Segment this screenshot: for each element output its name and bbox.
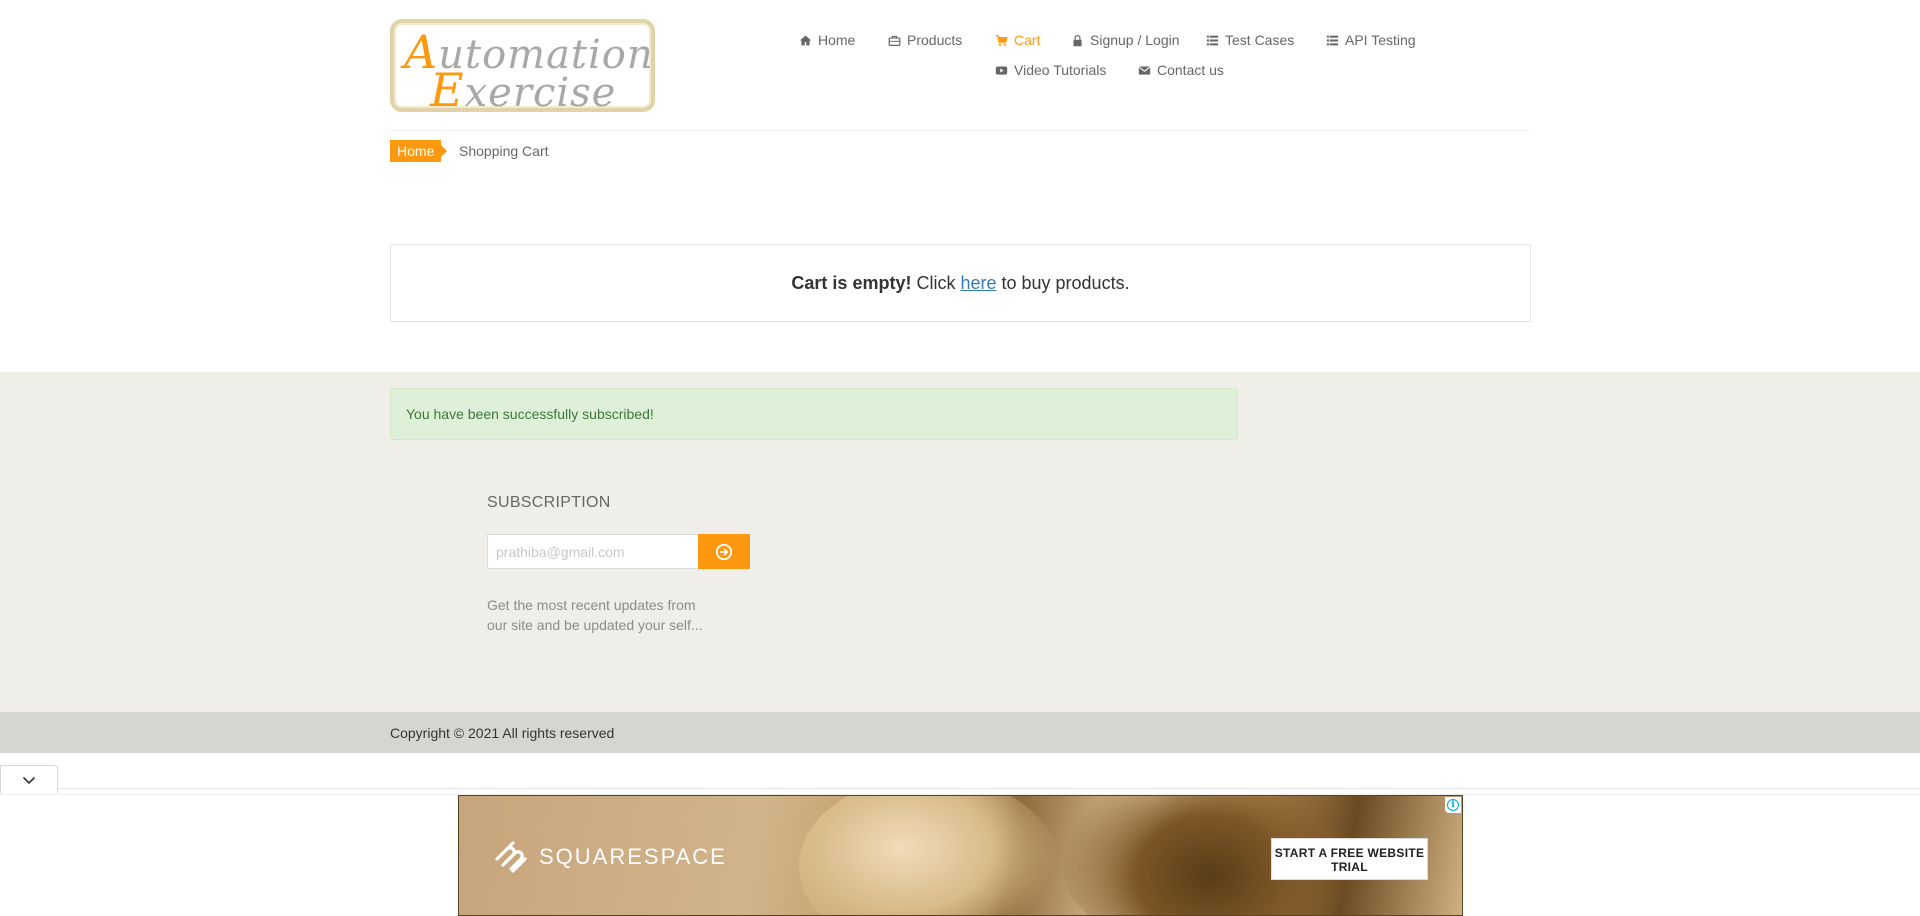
briefcase-icon: [888, 35, 901, 46]
nav-contact-us[interactable]: Contact us: [1138, 60, 1224, 80]
nav-cart[interactable]: Cart: [995, 30, 1040, 50]
nav-products-label: Products: [907, 32, 963, 48]
empty-cart-title: Cart is empty!: [791, 272, 912, 293]
nav-signup-login[interactable]: Signup / Login: [1071, 30, 1180, 50]
ad-cta-button[interactable]: START A FREE WEBSITE TRIAL: [1271, 838, 1428, 880]
subscription-title: SUBSCRIPTION: [487, 494, 611, 511]
ad-collapse-toggle[interactable]: [0, 765, 58, 793]
squarespace-logo-icon: [495, 841, 527, 873]
nav-cart-label: Cart: [1014, 32, 1041, 48]
nav-api-testing-label: API Testing: [1345, 32, 1416, 48]
nav-signup-login-label: Signup / Login: [1090, 32, 1180, 48]
footer-bottom: [0, 712, 1920, 753]
home-icon: [799, 35, 812, 45]
nav-test-cases-label: Test Cases: [1225, 32, 1295, 48]
subscription-email-input[interactable]: [487, 534, 699, 569]
site-header: Automation Exercise Home Products Cart S…: [0, 0, 1920, 140]
subscribe-success-alert: You have been successfully subscribed!: [390, 388, 1238, 440]
main-nav: Home Products Cart Signup / Login Test C…: [0, 0, 1920, 100]
empty-cart-suffix: to buy products.: [1001, 272, 1130, 293]
header-divider: [390, 130, 1530, 131]
subscribe-button[interactable]: [698, 534, 750, 569]
nav-api-testing[interactable]: API Testing: [1326, 30, 1416, 50]
subscription-description: Get the most recent updates from our sit…: [487, 597, 703, 633]
youtube-play-icon: [995, 65, 1008, 75]
ad-info-glyph: i: [1447, 799, 1459, 811]
shopping-cart-icon: [995, 34, 1008, 46]
nav-home-label: Home: [818, 32, 856, 48]
list-icon: [1206, 35, 1219, 45]
nav-test-cases[interactable]: Test Cases: [1206, 30, 1294, 50]
breadcrumb-current: Shopping Cart: [459, 143, 549, 159]
arrow-circle-right-icon: [715, 543, 733, 560]
ad-banner[interactable]: SQUARESPACE START A FREE WEBSITE TRIAL i: [458, 795, 1463, 916]
ad-info-icon[interactable]: i: [1445, 797, 1461, 813]
nav-video-tutorials-label: Video Tutorials: [1014, 62, 1107, 78]
copyright-text: Copyright © 2021 All rights reserved: [390, 725, 615, 741]
list-icon: [1326, 35, 1339, 45]
empty-cart-message: Cart is empty! Click here to buy product…: [390, 244, 1531, 322]
envelope-icon: [1138, 65, 1151, 75]
nav-contact-us-label: Contact us: [1157, 62, 1224, 78]
ad-background-shape: [799, 796, 1059, 915]
chevron-down-icon: [22, 776, 36, 784]
buy-products-link[interactable]: here: [960, 273, 996, 294]
breadcrumb-home[interactable]: Home: [390, 140, 448, 162]
ad-brand: SQUARESPACE: [493, 841, 727, 873]
nav-video-tutorials[interactable]: Video Tutorials: [995, 60, 1106, 80]
nav-products[interactable]: Products: [888, 30, 962, 50]
ad-divider: [0, 788, 1920, 789]
empty-cart-text: Click: [916, 272, 956, 293]
lock-icon: [1073, 34, 1082, 46]
nav-home[interactable]: Home: [799, 30, 855, 50]
ad-brand-name: SQUARESPACE: [539, 844, 727, 869]
